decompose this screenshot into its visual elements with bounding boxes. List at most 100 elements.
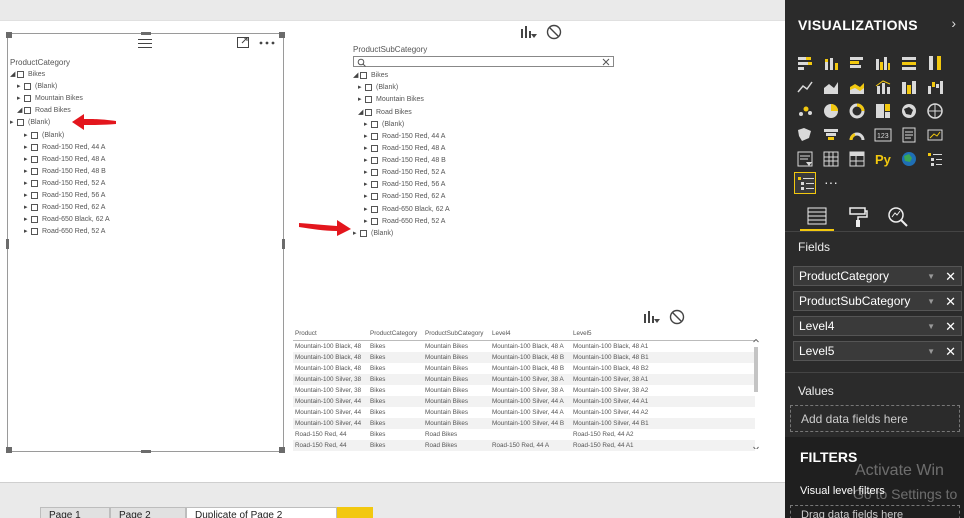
stacked-area-chart-icon[interactable]	[848, 78, 866, 96]
remove-field-icon[interactable]: ✕	[945, 269, 956, 285]
field-well-item[interactable]: ProductSubCategory ▼ ✕	[793, 291, 962, 311]
page-tab-active[interactable]: Duplicate of Page 2	[186, 507, 337, 518]
add-page-button[interactable]	[337, 507, 373, 518]
expand-caret-icon[interactable]: ▸	[24, 227, 31, 235]
table-row[interactable]: Mountain-100 Black, 48 Bikes Mountain Bike…	[293, 363, 755, 374]
remove-field-icon[interactable]: ✕	[945, 319, 956, 335]
waterfall-chart-icon[interactable]	[926, 78, 944, 96]
map-icon[interactable]	[900, 102, 918, 120]
clustered-column-chart-icon[interactable]	[874, 54, 892, 72]
tree-item[interactable]: ▸ Road-150 Red, 44 A	[24, 141, 105, 153]
tree-item[interactable]: ▸ Road-150 Red, 44 A	[364, 130, 445, 142]
stacked-bar-chart-icon[interactable]	[796, 54, 814, 72]
drill-filter-icon[interactable]	[520, 25, 537, 40]
checkbox[interactable]	[371, 144, 378, 152]
checkbox[interactable]	[371, 205, 378, 213]
expand-caret-icon[interactable]: ▸	[364, 168, 371, 176]
field-well-item[interactable]: Level5 ▼ ✕	[793, 341, 962, 361]
tree-item[interactable]: ▸ Road-150 Red, 62 A	[24, 201, 105, 213]
tree-item[interactable]: ▸ Road-150 Red, 56 A	[364, 178, 445, 190]
tree-item[interactable]: ◢ Bikes	[353, 69, 388, 81]
drag-grip-icon[interactable]	[138, 39, 152, 51]
checkbox[interactable]	[31, 191, 38, 199]
resize-handle[interactable]	[279, 447, 285, 453]
100-stacked-bar-icon[interactable]	[900, 54, 918, 72]
expand-caret-icon[interactable]: ▸	[364, 180, 371, 188]
checkbox[interactable]	[360, 229, 367, 237]
tree-item[interactable]: ◢ Road Bikes	[358, 106, 412, 118]
resize-handle[interactable]	[141, 450, 151, 453]
format-tab[interactable]	[841, 203, 875, 231]
filter-off-icon[interactable]	[546, 24, 562, 40]
page-tab[interactable]: Page 2	[110, 507, 186, 518]
checkbox[interactable]	[17, 118, 24, 126]
multi-row-card-icon[interactable]	[900, 126, 918, 144]
analytics-tab[interactable]	[881, 203, 915, 231]
expand-caret-icon[interactable]: ▸	[17, 82, 24, 90]
column-header[interactable]: Product	[293, 327, 368, 341]
100-stacked-column-icon[interactable]	[926, 54, 944, 72]
area-chart-icon[interactable]	[822, 78, 840, 96]
expand-caret-icon[interactable]: ▸	[358, 83, 365, 91]
product-subcategory-slicer[interactable]: ProductSubCategory ◢ Bikes ▸ (Blank) ▸ Moun…	[350, 44, 620, 244]
expand-caret-icon[interactable]: ▸	[364, 156, 371, 164]
checkbox[interactable]	[371, 156, 378, 164]
expand-caret-icon[interactable]: ▸	[24, 167, 31, 175]
tree-item[interactable]: ▸ (Blank)	[17, 80, 57, 92]
line-and-column-chart-icon[interactable]	[874, 78, 892, 96]
table-row[interactable]: Mountain-100 Silver, 38 Bikes Mountain Bik…	[293, 373, 755, 385]
table-row[interactable]: Mountain-100 Black, 48 Bikes Mountain Bike…	[293, 341, 755, 352]
field-well-item[interactable]: Level4 ▼ ✕	[793, 316, 962, 336]
filter-off-icon[interactable]	[669, 309, 685, 325]
chevron-down-icon[interactable]: ▼	[927, 347, 935, 356]
checkbox[interactable]	[24, 94, 31, 102]
resize-handle[interactable]	[6, 239, 9, 249]
more-visuals-button[interactable]: ···	[824, 174, 838, 190]
donut-chart-icon[interactable]	[848, 102, 866, 120]
table-row[interactable]: Mountain-100 Black, 48 Bikes Mountain Bike…	[293, 351, 755, 363]
slicer-visual-icon[interactable]	[796, 150, 814, 168]
checkbox[interactable]	[371, 168, 378, 176]
checkbox[interactable]	[371, 192, 378, 200]
values-drop-area[interactable]: Add data fields here	[790, 405, 960, 432]
expand-caret-icon[interactable]: ▸	[24, 203, 31, 211]
checkbox[interactable]	[371, 120, 378, 128]
checkbox[interactable]	[371, 217, 378, 225]
resize-handle[interactable]	[282, 239, 285, 249]
funnel-icon[interactable]	[822, 126, 840, 144]
selected-hierarchy-slicer-icon[interactable]	[794, 172, 816, 194]
ribbon-chart-icon[interactable]	[900, 78, 918, 96]
card-icon[interactable]: 123	[874, 126, 892, 144]
expand-caret-icon[interactable]: ◢	[358, 108, 365, 116]
checkbox[interactable]	[371, 132, 378, 140]
python-visual-icon[interactable]: Py	[874, 150, 892, 168]
expand-caret-icon[interactable]: ▸	[364, 192, 371, 200]
matrix-visual-icon[interactable]	[848, 150, 866, 168]
tree-item[interactable]: ▸ Road-150 Red, 48 A	[24, 153, 105, 165]
line-chart-icon[interactable]	[796, 78, 814, 96]
tree-item[interactable]: ▸ Road-650 Black, 62 A	[24, 213, 110, 225]
expand-caret-icon[interactable]: ▸	[17, 94, 24, 102]
tree-item[interactable]: ▸ Road-650 Red, 52 A	[364, 215, 445, 227]
tree-item[interactable]: ▸ Road-150 Red, 48 B	[364, 154, 446, 166]
tree-item[interactable]: ▸ Road-650 Black, 62 A	[364, 203, 450, 215]
gauge-icon[interactable]	[848, 126, 866, 144]
clear-icon[interactable]	[602, 58, 610, 66]
chevron-down-icon[interactable]: ▼	[927, 297, 935, 306]
tree-item[interactable]: ▸ Road-650 Red, 52 A	[24, 225, 105, 237]
checkbox[interactable]	[371, 180, 378, 188]
field-well-item[interactable]: ProductCategory ▼ ✕	[793, 266, 962, 286]
tree-item[interactable]: ▸ Road-150 Red, 48 A	[364, 142, 445, 154]
search-input[interactable]	[353, 56, 614, 67]
globe-visual-icon[interactable]	[900, 150, 918, 168]
tree-item[interactable]: ▸ Road-150 Red, 48 B	[24, 165, 106, 177]
filled-map-icon[interactable]	[926, 102, 944, 120]
expand-caret-icon[interactable]: ▸	[24, 179, 31, 187]
tree-item[interactable]: ▸ (Blank)	[10, 116, 50, 128]
more-options-icon[interactable]	[259, 40, 275, 46]
checkbox[interactable]	[31, 143, 38, 151]
tree-item[interactable]: ◢ Bikes	[10, 68, 45, 80]
collapse-chevron-icon[interactable]: ›	[951, 15, 956, 31]
checkbox[interactable]	[365, 95, 372, 103]
expand-caret-icon[interactable]: ▸	[364, 132, 371, 140]
